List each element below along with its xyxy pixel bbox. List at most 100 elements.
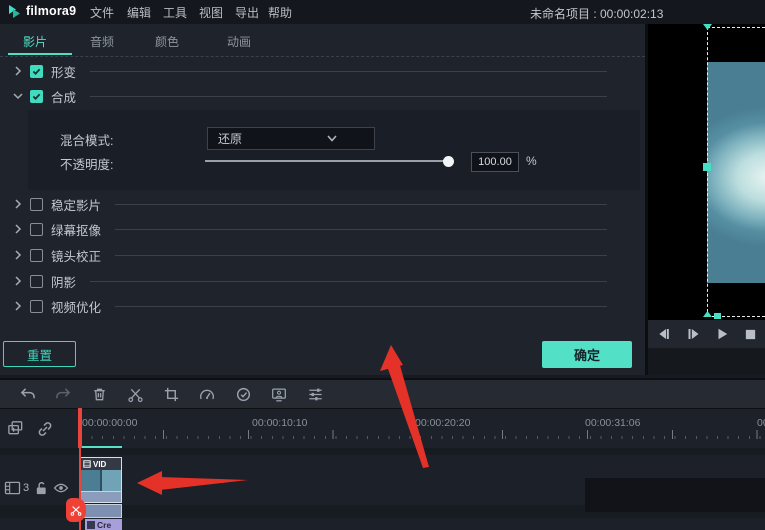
selection-handle-bottom[interactable] [703,311,712,317]
chevron-right-icon[interactable] [12,300,24,312]
row-lens-correction: 镜头校正 [0,244,645,266]
title-clip-thumb [87,520,95,529]
preview-video-frame [707,62,765,283]
filmora-logo-icon [8,4,23,19]
crop-icon[interactable] [153,381,189,407]
ruler-timestamp: 00:00:00:00 [82,417,138,429]
timeline-ruler[interactable]: 00:00:00:00 00:00:10:10 00:00:20:20 00:0… [80,409,765,449]
lock-icon[interactable] [34,480,48,496]
tab-color[interactable]: 颜色 [155,33,179,50]
filmora-window: filmora9 文件 编辑 工具 视图 导出 帮助 未命名项目 : 00:00… [0,0,765,530]
eye-icon[interactable] [53,482,69,494]
row-green-screen: 绿幕抠像 [0,218,645,240]
opacity-slider-handle[interactable] [443,155,454,167]
play-button[interactable] [715,327,729,341]
lens-correction-checkbox[interactable] [30,248,43,262]
row-divider [90,70,607,72]
undo-icon[interactable] [9,381,45,407]
adjust-sliders-icon[interactable] [297,381,333,407]
delete-icon[interactable] [81,381,117,407]
color-tuning-icon[interactable] [225,381,261,407]
tab-animation[interactable]: 动画 [227,33,251,50]
selection-handle-middle[interactable] [703,163,711,171]
edit-toolbar [0,378,765,408]
track-number: 3 [23,482,30,494]
row-label: 稳定影片 [51,198,102,213]
speed-icon[interactable] [189,381,225,407]
title-clip[interactable]: Cre [85,519,122,530]
split-scissors-icon[interactable] [117,381,153,407]
timeline-empty-region [585,478,765,512]
menu-view[interactable]: 视图 [199,4,223,21]
ruler-timestamp: 00:00:31:06 [585,417,641,429]
active-tab-underline [8,53,72,55]
preview-viewer [648,24,765,320]
video-clip-audio-band [81,491,121,502]
playback-controls [648,320,765,348]
video-clip-lower-segment[interactable] [80,504,122,518]
video-clip[interactable]: VID [80,457,122,503]
stop-button[interactable] [744,328,757,341]
next-frame-button[interactable] [686,327,701,341]
compositing-subpanel: 混合模式: 还原 不透明度: % [28,110,640,190]
tab-video[interactable]: 影片 [23,33,47,50]
logo-text: filmora9 [26,4,77,18]
video-enhance-checkbox[interactable] [30,299,43,313]
ruler-timestamp: 00:00:10:10 [252,417,308,429]
opacity-slider-track[interactable] [205,160,451,162]
chevron-right-icon[interactable] [12,65,24,77]
reset-button[interactable]: 重置 [3,341,76,367]
row-label: 视频优化 [51,300,102,315]
menubar: filmora9 文件 编辑 工具 视图 导出 帮助 未命名项目 : 00:00… [0,0,765,25]
previous-frame-button[interactable] [656,327,671,341]
menu-tools[interactable]: 工具 [163,4,187,21]
menu-export[interactable]: 导出 [235,4,259,21]
chevron-right-icon[interactable] [12,223,24,235]
selection-handle-bottom-mid[interactable] [714,313,721,319]
timeline-tracks: 3 VID Cre [0,448,765,530]
tab-audio[interactable]: 音频 [90,33,114,50]
stabilization-checkbox[interactable] [30,197,43,211]
project-title-timecode: 未命名项目 : 00:00:02:13 [530,7,664,21]
row-divider [115,203,607,205]
green-screen-checkbox[interactable] [30,222,43,236]
drop-shadow-checkbox[interactable] [30,274,43,288]
row-label: 阴影 [51,275,77,290]
row-label: 镜头校正 [51,249,102,264]
preview-panel [648,24,765,375]
menu-help[interactable]: 帮助 [268,4,292,21]
menu-edit[interactable]: 编辑 [127,4,151,21]
chevron-right-icon[interactable] [12,198,24,210]
chevron-right-icon[interactable] [12,275,24,287]
video-clip-header: VID [81,458,121,470]
blend-mode-select[interactable]: 还原 [207,127,375,150]
video-clip-label: VID [93,459,107,469]
manage-tracks-icon[interactable] [6,419,25,437]
split-badge-scissors-icon[interactable] [66,498,86,522]
properties-panel: 影片 音频 颜色 动画 形变 合成 混合模式: 还原 不透明度: 100.00 … [0,24,645,375]
chevron-right-icon[interactable] [12,249,24,261]
row-divider [115,305,607,307]
opacity-label: 不透明度: [60,158,114,172]
menu-file[interactable]: 文件 [90,4,114,21]
opacity-value-input[interactable] [471,152,519,172]
row-label: 形变 [51,65,77,80]
preview-footer-spacer [648,348,765,375]
transform-checkbox[interactable] [30,64,43,78]
opacity-unit: % [526,154,537,168]
row-stabilization: 稳定影片 [0,193,645,215]
confirm-button[interactable]: 确定 [542,341,632,368]
row-drop-shadow: 阴影 [0,270,645,292]
compositing-checkbox[interactable] [30,89,43,103]
link-icon[interactable] [36,420,54,438]
ruler-timestamp: 00:00:20:20 [415,417,471,429]
redo-icon[interactable] [45,381,81,407]
blend-mode-label: 混合模式: [60,134,114,148]
title-clip-label: Cre [97,519,112,530]
panel-tabs: 影片 音频 颜色 动画 [0,24,645,57]
row-label: 绿幕抠像 [51,223,102,238]
row-transform: 形变 [0,60,645,82]
row-label: 合成 [51,90,77,105]
chevron-down-icon[interactable] [12,90,24,102]
motion-track-icon[interactable] [261,381,297,407]
